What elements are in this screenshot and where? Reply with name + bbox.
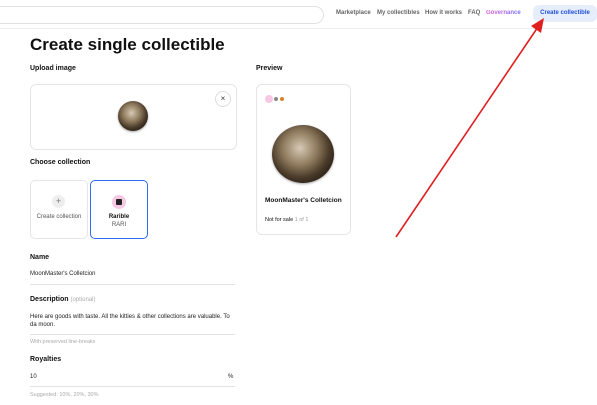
annotation-arrow <box>395 18 544 238</box>
annotation-arrow-head <box>531 18 544 33</box>
annotation-arrow-line <box>395 23 541 238</box>
